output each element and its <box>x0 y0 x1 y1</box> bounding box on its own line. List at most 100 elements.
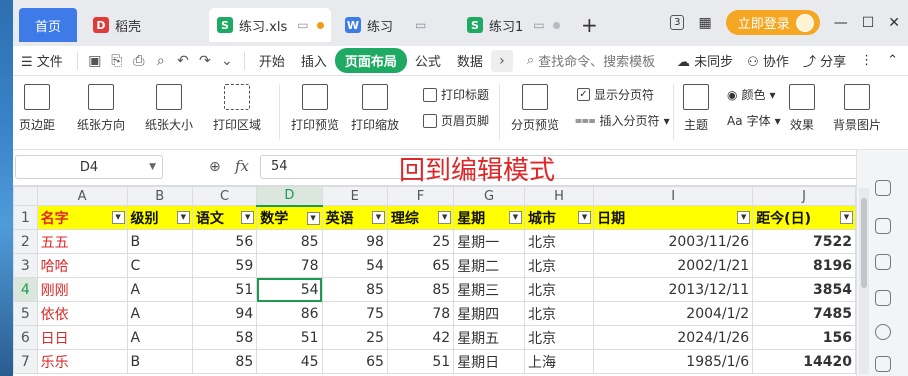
value-cell[interactable]: 7522 <box>752 229 856 254</box>
value-cell[interactable]: 25 <box>321 325 388 350</box>
header-cell[interactable]: 名字 ▼ <box>36 205 128 230</box>
theme-button[interactable]: 主题 <box>683 84 709 133</box>
value-cell[interactable]: 14420 <box>752 349 856 374</box>
text-cell[interactable]: 星期二 <box>453 253 525 278</box>
text-cell[interactable]: 星期日 <box>453 349 525 374</box>
column-header[interactable]: H <box>523 186 595 206</box>
value-cell[interactable]: 59 <box>191 253 258 278</box>
value-cell[interactable]: 51 <box>386 349 455 374</box>
close-icon[interactable]: ✕ <box>888 15 900 31</box>
value-cell[interactable]: 2024/1/26 <box>593 325 754 350</box>
vertical-scrollbar[interactable] <box>859 188 869 374</box>
zoom-icon[interactable]: ⊕ <box>209 159 221 175</box>
column-header-selected[interactable]: D <box>256 186 323 207</box>
header-cell[interactable]: 距今(日) ▼ <box>752 205 856 230</box>
text-cell[interactable]: 星期四 <box>453 301 525 326</box>
tab-practice-doc[interactable]: W 练习 ▭ <box>337 8 453 42</box>
chevron-right-icon[interactable]: › <box>490 49 513 72</box>
tab-practice-xls[interactable]: S 练习.xls ▭ <box>209 8 331 42</box>
show-page-break-checkbox[interactable]: ✓ 显示分页符 <box>577 86 654 103</box>
text-cell[interactable]: 北京 <box>523 253 595 278</box>
brush-icon[interactable] <box>875 356 891 372</box>
name-cell[interactable]: 五五 <box>36 229 128 254</box>
save-icon[interactable]: ▣ <box>84 50 106 72</box>
active-cell[interactable]: 54 <box>256 277 323 302</box>
header-cell[interactable]: 日期 ▼ <box>593 205 754 230</box>
spreadsheet-grid[interactable]: A B C D E F G H I J 1 名字 ▼ 级别 ▼ 语文 ▼ 数学 ▼ 英语… <box>13 186 856 376</box>
crop-icon[interactable] <box>875 290 891 306</box>
value-cell[interactable]: 98 <box>321 229 388 254</box>
name-cell[interactable]: 日日 <box>36 325 128 350</box>
undo-icon[interactable]: ↶ <box>172 50 194 72</box>
sync-status[interactable]: ☁ 未同步 <box>677 51 733 70</box>
help-icon[interactable] <box>875 324 891 340</box>
text-cell[interactable]: A <box>126 301 193 326</box>
value-cell[interactable]: 85 <box>256 229 323 254</box>
filter-icon[interactable]: ▼ <box>508 211 522 224</box>
value-cell[interactable]: 8196 <box>752 253 856 278</box>
text-cell[interactable]: 上海 <box>523 349 595 374</box>
collab-button[interactable]: ⚇ 协作 <box>747 51 789 70</box>
value-cell[interactable]: 1985/1/6 <box>593 349 754 374</box>
column-header[interactable]: E <box>321 186 388 206</box>
print-scale-button[interactable]: 打印缩放 <box>351 84 399 133</box>
print-preview-button[interactable]: 打印预览 <box>291 84 339 133</box>
orientation-button[interactable]: 纸张方向 <box>77 84 125 133</box>
font-button[interactable]: Aa 字体 ▾ <box>727 112 781 129</box>
value-cell[interactable]: 51 <box>256 325 323 350</box>
value-cell[interactable]: 25 <box>386 229 455 254</box>
name-cell[interactable]: 依依 <box>36 301 128 326</box>
header-cell[interactable]: 语文 ▼ <box>191 205 258 230</box>
export-icon[interactable]: ⎘ <box>106 50 128 72</box>
text-cell[interactable]: B <box>126 349 193 374</box>
value-cell[interactable]: 86 <box>256 301 323 326</box>
column-header[interactable]: G <box>453 186 525 206</box>
select-all-corner[interactable] <box>13 186 38 206</box>
collapse-ribbon-icon[interactable]: ⌃ <box>887 53 898 68</box>
column-header[interactable]: J <box>752 186 856 206</box>
effect-button[interactable]: 效果 <box>789 84 815 133</box>
print-title-button[interactable]: 打印标题 <box>423 86 489 103</box>
more-dropdown-icon[interactable]: ⌄ <box>216 50 238 72</box>
login-button[interactable]: 立即登录 <box>725 10 820 35</box>
header-cell[interactable]: 城市 ▼ <box>523 205 595 230</box>
row-number[interactable]: 2 <box>13 229 38 254</box>
text-cell[interactable]: B <box>126 229 193 254</box>
row-number[interactable]: 5 <box>13 301 38 326</box>
value-cell[interactable]: 85 <box>191 349 258 374</box>
row-number[interactable]: 6 <box>13 325 38 350</box>
new-tab-plus-icon[interactable]: + <box>581 13 598 37</box>
maximize-icon[interactable]: ☐ <box>862 15 875 31</box>
filter-icon[interactable]: ▼ <box>176 211 190 224</box>
name-cell[interactable]: 刚刚 <box>36 277 128 302</box>
value-cell[interactable]: 51 <box>191 277 258 302</box>
header-footer-button[interactable]: 页眉页脚 <box>423 112 489 129</box>
column-header[interactable]: F <box>386 186 455 206</box>
tab-practice1[interactable]: S 练习1 ▭ <box>459 8 575 42</box>
filter-icon[interactable]: ▼ <box>241 211 255 224</box>
column-header[interactable]: C <box>191 186 258 206</box>
value-cell[interactable]: 85 <box>386 277 455 302</box>
share-button[interactable]: ⤴ 分享 <box>803 51 846 70</box>
redo-icon[interactable]: ↷ <box>194 50 216 72</box>
column-header[interactable]: I <box>593 186 754 206</box>
filter-icon[interactable]: ▼ <box>737 211 751 224</box>
value-cell[interactable]: 2002/1/21 <box>593 253 754 278</box>
menu-data[interactable]: 数据 <box>449 51 491 70</box>
file-menu[interactable]: ☰ 文件 <box>13 51 71 70</box>
column-header[interactable]: A <box>36 186 128 206</box>
settings-sliders-icon[interactable] <box>875 254 891 270</box>
background-image-button[interactable]: 背景图片 <box>833 84 881 133</box>
name-box[interactable]: D4 ▼ <box>15 155 163 179</box>
rocket-icon[interactable] <box>875 180 891 196</box>
filter-icon[interactable]: ▼ <box>111 211 125 224</box>
formula-input[interactable]: 54 <box>260 155 870 179</box>
value-cell[interactable]: 2004/1/2 <box>593 301 754 326</box>
text-cell[interactable]: 北京 <box>523 301 595 326</box>
filter-icon[interactable]: ▼ <box>371 211 385 224</box>
name-cell[interactable]: 哈哈 <box>36 253 128 278</box>
text-cell[interactable]: 星期三 <box>453 277 525 302</box>
row-number[interactable]: 1 <box>13 205 38 230</box>
text-cell[interactable]: 北京 <box>523 325 595 350</box>
home-tab[interactable]: 首页 <box>19 8 77 42</box>
